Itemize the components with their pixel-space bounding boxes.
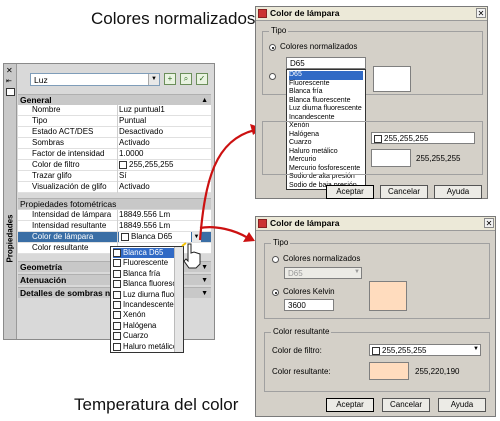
app-icon bbox=[258, 219, 267, 228]
kelvin-input[interactable]: 3600 bbox=[284, 299, 334, 311]
list-item[interactable]: Blanca fría bbox=[289, 88, 363, 97]
ok-button[interactable]: Aceptar bbox=[326, 398, 374, 412]
close-icon[interactable]: ✕ bbox=[484, 218, 494, 228]
result-color-label: Color resultante: bbox=[272, 367, 331, 376]
standard-color-dropdown: D65 ▼ bbox=[284, 267, 362, 279]
result-color-value: 255,255,255 bbox=[416, 154, 461, 163]
lamp-color-dialog-standard: Color de lámpara ✕ Tipo Colores normaliz… bbox=[255, 6, 488, 199]
filter-color-dropdown[interactable]: 255,255,255 bbox=[371, 132, 475, 144]
kelvin-colors-radio[interactable] bbox=[269, 73, 276, 80]
result-color-value: 255,220,190 bbox=[415, 367, 460, 376]
standard-colors-radio[interactable] bbox=[272, 256, 279, 263]
list-item[interactable]: D65 bbox=[289, 71, 363, 80]
lamp-color-dialog-kelvin: Color de lámpara ✕ Tipo Colores normaliz… bbox=[255, 216, 496, 417]
standard-color-swatch bbox=[373, 66, 411, 92]
result-color-swatch bbox=[369, 362, 409, 380]
standard-color-dropdown[interactable]: D65 bbox=[286, 57, 366, 69]
ok-button[interactable]: Aceptar bbox=[326, 185, 374, 199]
help-button[interactable]: Ayuda bbox=[434, 185, 482, 199]
app-icon bbox=[258, 9, 267, 18]
dialog-titlebar: Color de lámpara ✕ bbox=[256, 7, 487, 21]
result-color-swatch bbox=[371, 149, 411, 167]
help-button[interactable]: Ayuda bbox=[438, 398, 486, 412]
kelvin-color-swatch bbox=[369, 281, 407, 311]
filter-color-dropdown[interactable]: 255,255,255 ▼ bbox=[369, 344, 481, 356]
kelvin-colors-label: Colores Kelvin bbox=[283, 287, 335, 296]
standard-colors-label: Colores normalizados bbox=[283, 254, 361, 263]
list-item[interactable]: Luz diurna fluorescente bbox=[289, 105, 363, 114]
cancel-button[interactable]: Cancelar bbox=[382, 398, 430, 412]
cancel-button[interactable]: Cancelar bbox=[380, 185, 428, 199]
list-item[interactable]: Blanca fluorescente bbox=[289, 97, 363, 106]
dialog-titlebar: Color de lámpara ✕ bbox=[256, 217, 495, 231]
kelvin-colors-radio[interactable] bbox=[272, 289, 279, 296]
filter-color-label: Color de filtro: bbox=[272, 346, 322, 355]
list-item[interactable]: Fluorescente bbox=[289, 80, 363, 89]
standard-colors-label: Colores normalizados bbox=[280, 42, 358, 51]
standard-colors-radio[interactable] bbox=[269, 44, 276, 51]
close-icon[interactable]: ✕ bbox=[476, 8, 486, 18]
